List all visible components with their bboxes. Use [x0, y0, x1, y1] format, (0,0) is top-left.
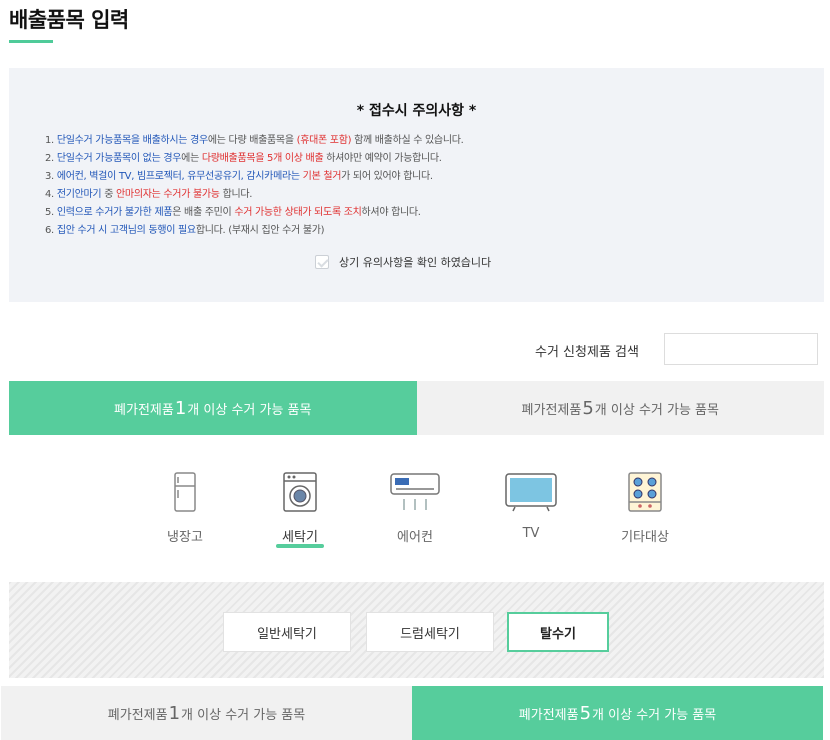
- notice-list: 1. 단일수거 가능품목을 배출하시는 경우에는 다량 배출품목을 (휴대폰 포…: [45, 132, 464, 240]
- notice-item: 4. 전기안마기 중 안마의자는 수거가 불가능 합니다.: [45, 189, 253, 200]
- category-label: 에어컨: [397, 530, 433, 545]
- category-etc[interactable]: 기타대상: [600, 466, 690, 545]
- category-label: 세탁기: [276, 526, 324, 548]
- category-air-conditioner[interactable]: 에어컨: [370, 466, 460, 545]
- washing-machine-icon: [283, 472, 317, 512]
- sub-option-spin-dryer[interactable]: 탈수기: [507, 612, 609, 652]
- tab-5-plus[interactable]: 폐가전제품 5개 이상 수거 가능 품목: [416, 381, 824, 435]
- notice-item: 5. 인력으로 수거가 불가한 제품은 배출 주민이 수거 가능한 상태가 되도…: [45, 207, 421, 218]
- category-list: 냉장고 세탁기 에어컨 TV 기타대상: [0, 466, 830, 556]
- page-title: 배출품목 입력: [9, 8, 129, 32]
- confirm-checkbox[interactable]: [315, 255, 329, 269]
- search-input[interactable]: [664, 333, 818, 365]
- notice-item: 6. 집안 수거 시 고객님의 동행이 필요합니다. (부재시 집안 수거 불가…: [45, 225, 325, 236]
- tv-icon: [505, 473, 557, 512]
- tabs-bottom: 폐가전제품 1개 이상 수거 가능 품목 폐가전제품 5개 이상 수거 가능 품…: [1, 686, 823, 740]
- air-conditioner-icon: [390, 473, 440, 510]
- tab-1-plus[interactable]: 폐가전제품 1개 이상 수거 가능 품목: [9, 381, 417, 435]
- confirm-label: 상기 유의사항을 확인 하였습니다: [339, 256, 492, 269]
- category-label: 냉장고: [167, 530, 203, 545]
- category-label: 기타대상: [621, 530, 669, 545]
- tab-5-plus-bottom[interactable]: 폐가전제품 5개 이상 수거 가능 품목: [412, 686, 823, 740]
- tabs-top: 폐가전제품 1개 이상 수거 가능 품목 폐가전제품 5개 이상 수거 가능 품…: [9, 381, 824, 435]
- confirm-row: 상기 유의사항을 확인 하였습니다: [315, 254, 491, 270]
- refrigerator-icon: [174, 472, 196, 512]
- category-label: TV: [522, 526, 540, 541]
- notice-title: * 접수시 주의사항 *: [356, 103, 477, 119]
- title-underline: [9, 40, 53, 43]
- notice-item: 3. 에어컨, 벽걸이 TV, 빔프로젝터, 유무선공유기, 감시카메라는 기본…: [45, 171, 433, 182]
- category-tv[interactable]: TV: [486, 466, 576, 541]
- search-label: 수거 신청제품 검색: [535, 345, 639, 360]
- sub-option-drum-washer[interactable]: 드럼세탁기: [366, 612, 494, 652]
- sub-option-general-washer[interactable]: 일반세탁기: [223, 612, 351, 652]
- notice-item: 1. 단일수거 가능품목을 배출하시는 경우에는 다량 배출품목을 (휴대폰 포…: [45, 135, 464, 146]
- sub-option-panel: 일반세탁기 드럼세탁기 탈수기: [9, 582, 824, 678]
- tab-1-plus-bottom[interactable]: 폐가전제품 1개 이상 수거 가능 품목: [1, 686, 412, 740]
- notice-panel: * 접수시 주의사항 * 1. 단일수거 가능품목을 배출하시는 경우에는 다량…: [9, 68, 824, 302]
- category-washing-machine[interactable]: 세탁기: [255, 466, 345, 548]
- stove-icon: [628, 472, 662, 512]
- category-refrigerator[interactable]: 냉장고: [140, 466, 230, 545]
- notice-item: 2. 단일수거 가능품목이 없는 경우에는 다량배출품목을 5개 이상 배출 하…: [45, 153, 442, 164]
